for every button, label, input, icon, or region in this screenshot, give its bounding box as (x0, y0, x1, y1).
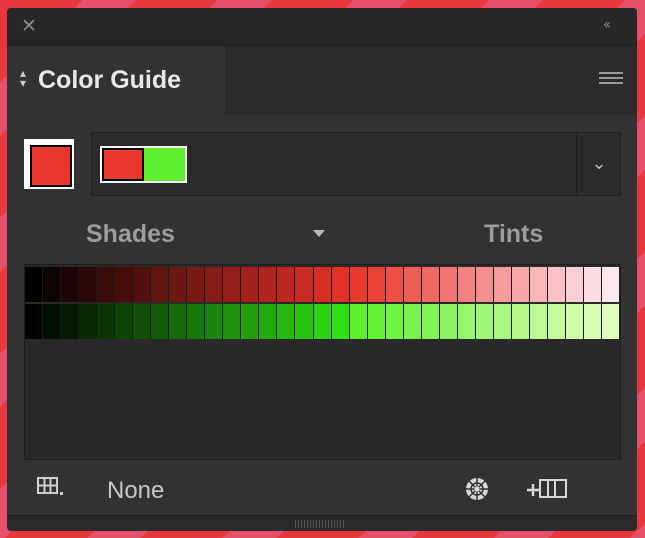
color-variation-swatch[interactable] (349, 267, 368, 302)
color-variations-grid (24, 264, 621, 460)
color-variation-swatch[interactable] (115, 304, 134, 339)
color-variation-swatch[interactable] (602, 267, 621, 302)
color-variation-swatch[interactable] (602, 304, 621, 339)
color-variation-swatch[interactable] (115, 267, 134, 302)
color-variation-swatch[interactable] (241, 304, 260, 339)
color-variation-swatch[interactable] (565, 304, 584, 339)
color-variation-swatch[interactable] (43, 304, 62, 339)
bottom-toolbar: None (7, 463, 637, 513)
color-variation-swatch[interactable] (151, 304, 170, 339)
color-variation-swatch[interactable] (25, 267, 44, 302)
color-variation-swatch[interactable] (511, 267, 530, 302)
active-color-swatch[interactable] (24, 139, 74, 189)
variation-row-red (25, 267, 621, 302)
tints-label: Tints (484, 220, 544, 248)
color-variation-swatch[interactable] (529, 304, 548, 339)
grid-icon[interactable] (37, 477, 65, 497)
color-variation-swatch[interactable] (313, 304, 332, 339)
color-variation-swatch[interactable] (403, 267, 422, 302)
color-variation-swatch[interactable] (277, 267, 296, 302)
harmony-color-red (102, 148, 144, 181)
color-variation-swatch[interactable] (205, 267, 224, 302)
color-wheel-icon[interactable] (464, 476, 490, 502)
color-variation-swatch[interactable] (169, 304, 188, 339)
color-variation-swatch[interactable] (277, 304, 296, 339)
color-variation-swatch[interactable] (385, 267, 404, 302)
color-variation-swatch[interactable] (79, 267, 98, 302)
color-variation-swatch[interactable] (349, 304, 368, 339)
color-variation-swatch[interactable] (457, 304, 476, 339)
color-variation-swatch[interactable] (403, 304, 422, 339)
hamburger-menu-icon[interactable] (599, 72, 623, 88)
color-variation-swatch[interactable] (295, 267, 314, 302)
close-icon[interactable]: ✕ (21, 17, 39, 36)
color-variation-swatch[interactable] (457, 267, 476, 302)
color-variation-swatch[interactable] (25, 304, 44, 339)
color-variation-swatch[interactable] (331, 304, 350, 339)
color-variation-swatch[interactable] (259, 304, 278, 339)
resize-grip-handle[interactable] (295, 520, 345, 528)
color-variation-swatch[interactable] (331, 267, 350, 302)
color-variation-swatch[interactable] (61, 304, 80, 339)
color-variation-swatch[interactable] (313, 267, 332, 302)
color-variation-swatch[interactable] (583, 304, 602, 339)
panel-titlebar: ✕ ‹‹ (7, 8, 637, 46)
harmony-color-green (144, 148, 185, 181)
color-variation-swatch[interactable] (421, 304, 440, 339)
color-variation-swatch[interactable] (43, 267, 62, 302)
chevron-down-icon[interactable]: ⌄ (585, 151, 613, 177)
tab-title: Color Guide (38, 66, 182, 94)
color-variation-swatch[interactable] (421, 267, 440, 302)
color-variation-swatch[interactable] (133, 304, 152, 339)
color-guide-panel: ✕ ‹‹ ▴ ▾ Color Guide ⌄ Shades Tints None (7, 8, 637, 531)
color-variation-swatch[interactable] (493, 267, 512, 302)
color-variation-swatch[interactable] (295, 304, 314, 339)
color-variation-swatch[interactable] (205, 304, 224, 339)
up-down-arrows-icon: ▴ ▾ (19, 66, 27, 90)
color-variation-swatch[interactable] (565, 267, 584, 302)
color-variation-swatch[interactable] (475, 304, 494, 339)
color-variation-swatch[interactable] (547, 304, 566, 339)
color-variation-swatch[interactable] (187, 304, 206, 339)
variation-row-green (25, 304, 621, 339)
active-color-fill (30, 145, 72, 187)
color-variation-swatch[interactable] (97, 267, 116, 302)
tab-color-guide[interactable]: ▴ ▾ Color Guide (7, 46, 225, 115)
collapse-icon[interactable]: ‹‹ (603, 17, 623, 33)
color-variation-swatch[interactable] (385, 304, 404, 339)
color-variation-swatch[interactable] (79, 304, 98, 339)
color-variation-swatch[interactable] (493, 304, 512, 339)
color-variation-swatch[interactable] (187, 267, 206, 302)
harmony-rules-dropdown[interactable]: ⌄ (91, 132, 621, 196)
color-variation-swatch[interactable] (169, 267, 188, 302)
color-variation-swatch[interactable] (529, 267, 548, 302)
color-variation-swatch[interactable] (475, 267, 494, 302)
color-variation-swatch[interactable] (583, 267, 602, 302)
color-variation-swatch[interactable] (259, 267, 278, 302)
color-variation-swatch[interactable] (439, 267, 458, 302)
dropdown-divider (576, 133, 577, 195)
harmony-color-group[interactable] (100, 146, 187, 183)
color-variation-swatch[interactable] (61, 267, 80, 302)
color-variation-swatch[interactable] (367, 304, 386, 339)
color-variation-swatch[interactable] (367, 267, 386, 302)
color-variation-swatch[interactable] (241, 267, 260, 302)
color-variation-swatch[interactable] (511, 304, 530, 339)
color-variation-swatch[interactable] (547, 267, 566, 302)
triangle-down-icon[interactable] (313, 230, 325, 237)
resize-bar (7, 515, 637, 531)
color-variation-swatch[interactable] (151, 267, 170, 302)
tab-strip: ▴ ▾ Color Guide (7, 46, 637, 115)
limit-library-label[interactable]: None (107, 477, 164, 505)
color-variation-swatch[interactable] (223, 267, 242, 302)
shades-label: Shades (86, 220, 175, 248)
color-variation-swatch[interactable] (97, 304, 116, 339)
color-variation-swatch[interactable] (439, 304, 458, 339)
color-variation-swatch[interactable] (223, 304, 242, 339)
color-variation-swatch[interactable] (133, 267, 152, 302)
add-swatch-group-icon[interactable] (527, 477, 569, 501)
